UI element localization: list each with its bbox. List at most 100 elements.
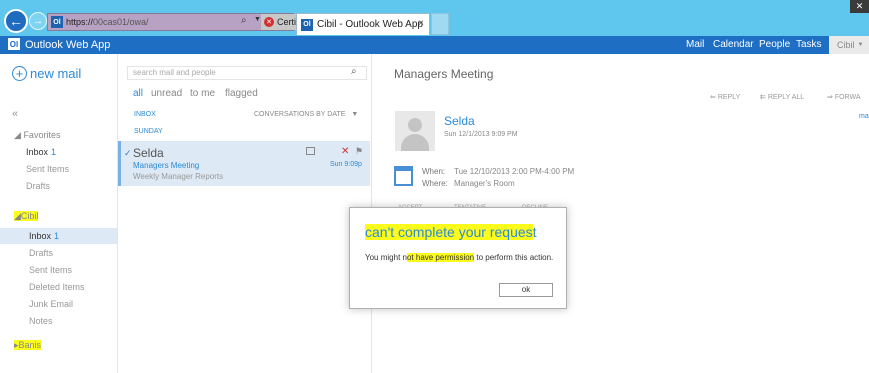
window-close-button[interactable]: ✕ [850,0,869,13]
owa-header: Ol Outlook Web App Mail Calendar People … [0,36,869,54]
filter-flagged[interactable]: flagged [225,88,258,99]
calendar-icon [306,147,315,155]
search-input[interactable]: search mail and people [127,66,367,80]
reading-title: Managers Meeting [394,67,494,81]
account-header[interactable]: ◢Cibil [14,211,39,222]
address-bar[interactable]: Ol https:// 00cas01/owa/ ⌕ ▼ ✕ Certifica… [47,13,342,31]
calendar-icon [394,166,413,186]
forward-icon: ⇒ [827,94,833,101]
folder-label: Inbox [29,231,52,241]
nav-people[interactable]: People [759,39,790,50]
filter-to-me[interactable]: to me [190,88,215,99]
new-tab-button[interactable] [431,13,449,35]
folder-label: Inbox [26,147,49,157]
when-label: When: [422,167,446,176]
reply-all-icon: ⇇ [760,94,766,101]
close-tab-icon[interactable]: × [418,18,424,29]
arrow-right-icon: → [32,15,44,27]
group2-label: Banis [18,340,42,350]
office-logo-icon: Ol [8,38,20,50]
folder-sent-items[interactable]: Sent Items [29,265,72,275]
new-mail-button[interactable]: + new mail [12,66,81,81]
chevron-down-icon: ▼ [857,42,864,48]
search-icon[interactable]: ⌕ [241,15,247,26]
folder-favorites-sent[interactable]: Sent Items [26,164,69,174]
search-icon[interactable]: ⌕ [351,66,357,77]
where-value: Manager's Room [454,179,515,188]
dialog-message-highlight: ot have permission [406,253,475,262]
forward-label: FORWA [834,94,861,101]
favorites-label: Favorites [23,130,61,140]
message-date: Sun 9:09p [330,161,362,168]
triangle-down-icon: ◢ [14,211,21,221]
favorites-header[interactable]: ◢ Favorites [14,130,60,141]
filter-all[interactable]: all [133,88,143,99]
triangle-down-icon: ◢ [14,130,21,140]
back-button[interactable]: ← [4,9,28,33]
where-label: Where: [422,179,448,188]
dialog-title-highlight: can't complete your reques [365,224,533,240]
reading-sent-date: Sun 12/1/2013 9:09 PM [444,131,518,138]
outlook-favicon-icon: Ol [301,18,313,31]
sort-label: CONVERSATIONS BY DATE [254,111,346,118]
error-icon: ✕ [264,17,274,27]
error-dialog: can't complete your request You might no… [349,207,567,309]
message-sender: Selda [133,146,164,160]
reply-all-button[interactable]: ⇇ REPLY ALL [760,93,804,101]
when-value: Tue 12/10/2013 2:00 PM-4:00 PM [454,167,575,176]
folder-drafts[interactable]: Drafts [29,248,53,258]
forward-button[interactable]: → [29,12,47,30]
folder-favorites-inbox[interactable]: Inbox 1 [26,147,56,157]
dialog-message-post: to perform this action. [474,253,554,262]
address-path: 00cas01/owa/ [93,17,149,27]
folder-notes[interactable]: Notes [29,316,53,326]
dialog-title-rest: t [532,224,537,240]
flag-icon[interactable]: ⚑ [355,146,363,157]
left-divider [117,54,118,373]
message-preview: Weekly Manager Reports [133,172,224,181]
app-title: Outlook Web App [25,39,111,51]
reply-label: REPLY [717,94,741,101]
new-mail-label: new mail [30,66,82,81]
dialog-message: You might not have permission to perform… [365,252,560,264]
unread-count: 1 [54,231,60,241]
filter-unread[interactable]: unread [151,88,182,99]
sort-menu[interactable]: CONVERSATIONS BY DATE ▼ [254,111,358,118]
group2-header[interactable]: ▸Banis [14,340,42,351]
plus-icon: + [12,66,27,81]
folder-favorites-drafts[interactable]: Drafts [26,181,50,191]
user-menu[interactable]: Cibil ▼ [829,36,869,54]
outlook-favicon-icon: Ol [51,16,63,28]
folder-junk-email[interactable]: Junk Email [29,299,73,309]
tab-title: Cibil - Outlook Web App [317,19,423,30]
folder-deleted-items[interactable]: Deleted Items [29,282,85,292]
account-label: Cibil [20,211,39,221]
triangle-right-icon: ▸ [14,340,19,350]
forward-button[interactable]: ⇒ FORWA [827,93,861,101]
address-host: https:// [66,17,94,27]
arrow-left-icon: ← [9,13,23,29]
chevron-down-icon: ▼ [351,111,359,118]
checkmark-icon[interactable]: ✓ [124,148,132,159]
inbox-header: INBOX [134,111,156,118]
ok-button[interactable]: ok [499,283,553,297]
reading-sender[interactable]: Selda [444,114,475,128]
reply-all-label: REPLY ALL [767,94,805,101]
folder-inbox[interactable]: Inbox 1 [29,231,59,241]
message-subject: Managers Meeting [133,161,200,170]
avatar [395,111,435,151]
collapse-pane-icon[interactable]: « [12,108,18,120]
day-header: SUNDAY [134,128,163,135]
nav-mail[interactable]: Mail [686,39,704,50]
unread-count: 1 [51,147,57,157]
chevron-down-icon[interactable]: ▼ [254,16,261,23]
browser-tab[interactable]: Ol Cibil - Outlook Web App × [296,13,430,35]
nav-calendar[interactable]: Calendar [713,39,754,50]
delete-icon[interactable]: ✕ [341,146,349,157]
reply-button[interactable]: ⇐ REPLY [710,93,740,101]
nav-tasks[interactable]: Tasks [796,39,822,50]
dialog-message-pre: You might n [365,253,407,262]
reply-icon: ⇐ [710,94,716,101]
dialog-title: can't complete your request [365,224,537,240]
more-link[interactable]: ma [859,113,869,120]
